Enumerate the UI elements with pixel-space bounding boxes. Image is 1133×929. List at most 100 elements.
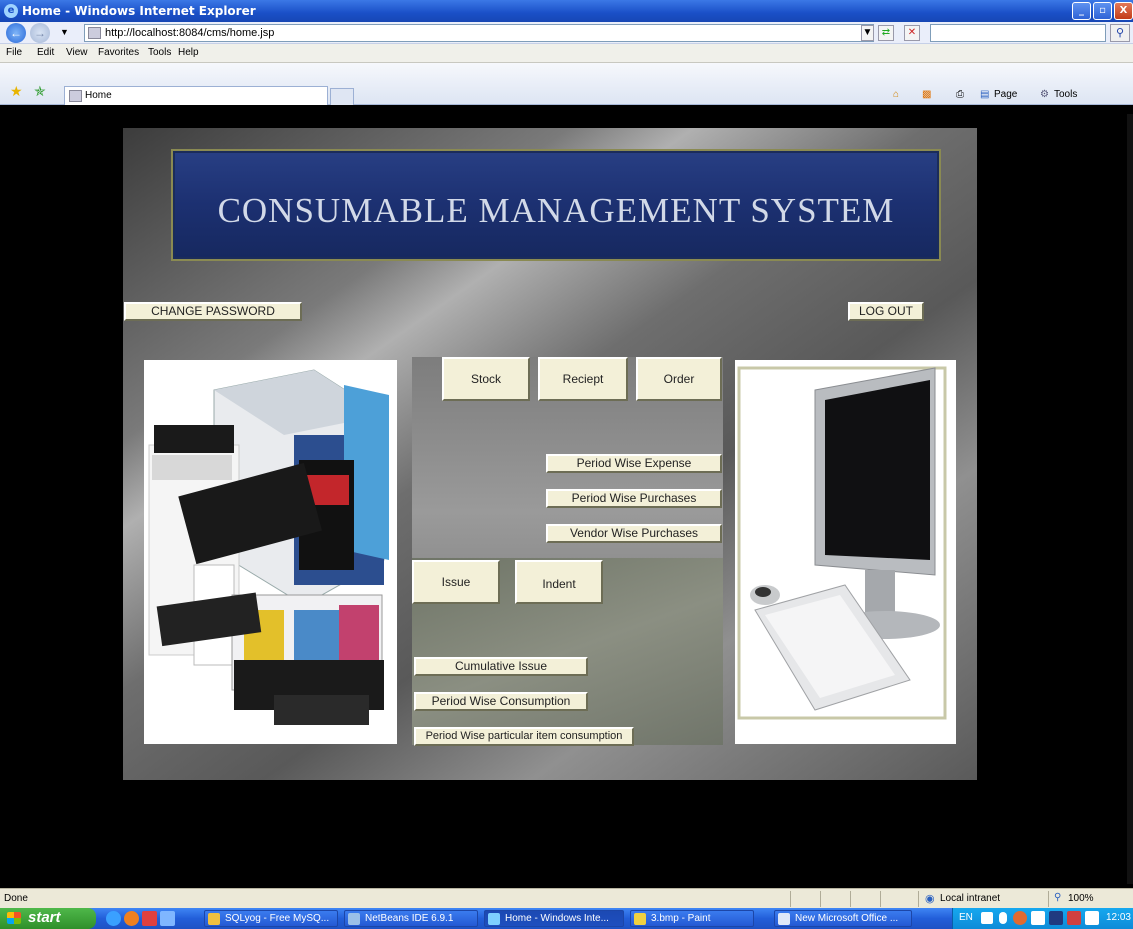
task-sqlyog[interactable]: SQLyog - Free MySQ... bbox=[204, 910, 338, 927]
computer-image bbox=[735, 360, 956, 744]
status-bar: Done ◉ Local intranet ⚲ 100% bbox=[0, 888, 1133, 908]
address-dropdown-icon[interactable]: ▼ bbox=[861, 25, 874, 41]
windows-taskbar: start SQLyog - Free MySQ... NetBeans IDE… bbox=[0, 908, 1133, 929]
office-icon bbox=[778, 913, 790, 925]
status-divider bbox=[820, 891, 821, 907]
help-tray-icon[interactable] bbox=[981, 912, 993, 924]
order-button[interactable]: Order bbox=[636, 357, 722, 401]
task-ie-home[interactable]: Home - Windows Inte... bbox=[484, 910, 624, 927]
banner-title: CONSUMABLE MANAGEMENT SYSTEM bbox=[217, 191, 895, 230]
page-icon bbox=[69, 90, 82, 102]
status-divider bbox=[880, 891, 881, 907]
favorites-star-icon[interactable]: ★ bbox=[10, 83, 23, 100]
cumulative-issue-button[interactable]: Cumulative Issue bbox=[414, 657, 588, 676]
status-divider bbox=[918, 891, 919, 907]
app-quicklaunch-icon[interactable] bbox=[142, 911, 157, 926]
task-label: NetBeans IDE 6.9.1 bbox=[365, 913, 454, 924]
add-favorites-icon[interactable]: ✯ bbox=[34, 83, 46, 100]
clock[interactable]: 12:03 bbox=[1106, 912, 1131, 923]
menu-edit[interactable]: Edit bbox=[37, 47, 54, 58]
indent-button[interactable]: Indent bbox=[515, 560, 603, 604]
print-icon[interactable]: ⎙ bbox=[956, 89, 964, 100]
ie-icon bbox=[488, 913, 500, 925]
zoom-icon: ⚲ bbox=[1054, 892, 1062, 903]
back-icon[interactable]: ← bbox=[6, 23, 26, 43]
menu-bar: File Edit View Favorites Tools Help bbox=[0, 44, 1133, 63]
start-label: start bbox=[28, 909, 61, 926]
task-label: New Microsoft Office ... bbox=[795, 913, 899, 924]
maximize-button[interactable]: ▫ bbox=[1093, 2, 1112, 20]
refresh-icon[interactable]: ⇄ bbox=[878, 25, 894, 41]
tray-icon[interactable] bbox=[1085, 911, 1099, 925]
search-input[interactable] bbox=[930, 24, 1106, 42]
tray-icon[interactable] bbox=[1067, 911, 1081, 925]
feeds-icon[interactable]: ▩ bbox=[922, 89, 931, 100]
paint-icon bbox=[634, 913, 646, 925]
task-paint[interactable]: 3.bmp - Paint bbox=[630, 910, 754, 927]
issue-button[interactable]: Issue bbox=[412, 560, 500, 604]
stop-icon[interactable]: ✕ bbox=[904, 25, 920, 41]
netbeans-icon bbox=[348, 913, 360, 925]
task-office[interactable]: New Microsoft Office ... bbox=[774, 910, 912, 927]
app-quicklaunch-icon[interactable] bbox=[160, 911, 175, 926]
search-icon[interactable]: ⚲ bbox=[1110, 24, 1130, 42]
start-button[interactable]: start bbox=[0, 908, 96, 929]
receipt-button[interactable]: Reciept bbox=[538, 357, 628, 401]
tools-menu[interactable]: Tools bbox=[1054, 89, 1077, 100]
task-label: 3.bmp - Paint bbox=[651, 913, 711, 924]
windows-logo-icon bbox=[7, 912, 21, 924]
logout-button[interactable]: LOG OUT bbox=[848, 302, 924, 321]
tray-icon[interactable] bbox=[999, 912, 1007, 924]
tray-icon[interactable] bbox=[1013, 911, 1027, 925]
window-title: Home - Windows Internet Explorer bbox=[22, 4, 256, 18]
intranet-globe-icon: ◉ bbox=[925, 893, 935, 905]
change-password-button[interactable]: CHANGE PASSWORD bbox=[124, 302, 302, 321]
home-icon[interactable]: ⌂ bbox=[893, 89, 899, 100]
consumables-image bbox=[144, 360, 397, 744]
menu-view[interactable]: View bbox=[66, 47, 88, 58]
status-divider bbox=[850, 891, 851, 907]
menu-help[interactable]: Help bbox=[178, 47, 199, 58]
tray-icon[interactable] bbox=[1031, 911, 1045, 925]
computer-illustration bbox=[735, 360, 956, 744]
firefox-quicklaunch-icon[interactable] bbox=[124, 911, 139, 926]
zoom-level[interactable]: 100% bbox=[1068, 893, 1094, 904]
period-wise-purchases-button[interactable]: Period Wise Purchases bbox=[546, 489, 722, 508]
system-tray: EN 12:03 bbox=[952, 908, 1133, 929]
tab-home[interactable]: Home bbox=[64, 86, 328, 105]
status-divider bbox=[790, 891, 791, 907]
sqlyog-icon bbox=[208, 913, 220, 925]
tray-icon[interactable] bbox=[1049, 911, 1063, 925]
period-wise-particular-item-button[interactable]: Period Wise particular item consumption bbox=[414, 727, 634, 746]
address-toolbar: ← → ▼ http://localhost:8084/cms/home.jsp… bbox=[0, 22, 1133, 44]
page-menu-icon: ▤ bbox=[980, 89, 990, 100]
tools-gear-icon: ⚙ bbox=[1040, 89, 1049, 100]
ie-quicklaunch-icon[interactable] bbox=[106, 911, 121, 926]
window-titlebar: e Home - Windows Internet Explorer _ ▫ X bbox=[0, 0, 1133, 22]
language-indicator[interactable]: EN bbox=[959, 912, 973, 923]
tab-bar: ★ ✯ Home ⌂ ▩ ⎙ ▤ Page ⚙ Tools bbox=[0, 63, 1133, 105]
menu-file[interactable]: File bbox=[6, 47, 22, 58]
task-label: SQLyog - Free MySQ... bbox=[225, 913, 330, 924]
menu-favorites[interactable]: Favorites bbox=[98, 47, 139, 58]
vertical-scrollbar[interactable] bbox=[1127, 114, 1133, 884]
history-dropdown-icon[interactable]: ▼ bbox=[60, 27, 69, 37]
address-url: http://localhost:8084/cms/home.jsp bbox=[105, 27, 275, 39]
task-label: Home - Windows Inte... bbox=[505, 913, 609, 924]
forward-icon[interactable]: → bbox=[30, 23, 50, 43]
status-divider bbox=[1048, 891, 1049, 907]
period-wise-consumption-button[interactable]: Period Wise Consumption bbox=[414, 692, 588, 711]
page-menu[interactable]: Page bbox=[994, 89, 1017, 100]
close-button[interactable]: X bbox=[1114, 2, 1133, 20]
period-wise-expense-button[interactable]: Period Wise Expense bbox=[546, 454, 722, 473]
ie-icon: e bbox=[4, 4, 18, 18]
menu-tools[interactable]: Tools bbox=[148, 47, 171, 58]
minimize-button[interactable]: _ bbox=[1072, 2, 1091, 20]
security-zone: Local intranet bbox=[940, 893, 1001, 904]
new-tab-button[interactable] bbox=[330, 88, 354, 105]
tab-label: Home bbox=[85, 90, 112, 101]
task-netbeans[interactable]: NetBeans IDE 6.9.1 bbox=[344, 910, 478, 927]
stock-button[interactable]: Stock bbox=[442, 357, 530, 401]
vendor-wise-purchases-button[interactable]: Vendor Wise Purchases bbox=[546, 524, 722, 543]
address-field[interactable]: http://localhost:8084/cms/home.jsp ▼ bbox=[84, 24, 874, 42]
